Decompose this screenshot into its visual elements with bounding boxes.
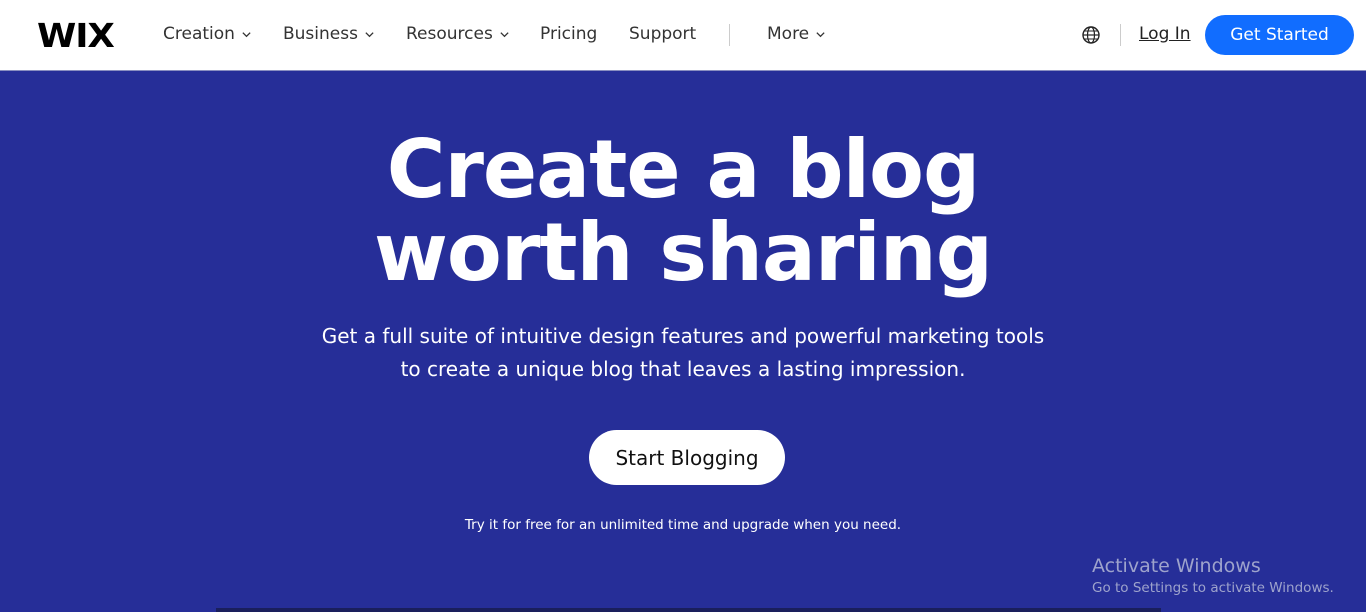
nav-item-more[interactable]: More [767,24,826,44]
chevron-down-icon [242,31,251,37]
nav-item-label: Resources [406,24,493,44]
globe-icon[interactable] [1081,25,1101,45]
hero-title: Create a blog worth sharing [0,128,1366,294]
nav-item-label: Business [283,24,358,44]
nav-item-pricing[interactable]: Pricing [540,24,597,44]
nav-item-label: More [767,24,810,44]
free-trial-note: Try it for free for an unlimited time an… [464,517,902,533]
nav-item-business[interactable]: Business [283,24,375,44]
chevron-down-icon [500,31,509,37]
login-link[interactable]: Log In [1139,24,1191,44]
hero-title-line: worth sharing [373,206,993,299]
nav-item-label: Support [629,24,697,44]
start-blogging-button[interactable]: Start Blogging [589,430,785,485]
nav-item-label: Creation [163,24,235,44]
watermark-subtitle: Go to Settings to activate Windows. [1092,580,1334,596]
get-started-button[interactable]: Get Started [1205,15,1354,55]
chevron-down-icon [816,31,825,37]
wix-logo[interactable]: WIX [37,16,115,55]
nav-divider [729,24,730,46]
hero-title-line: Create a blog [386,123,981,216]
hero-subtitle: Get a full suite of intuitive design fea… [0,320,1366,386]
next-section-edge [216,608,1161,612]
nav-item-resources[interactable]: Resources [406,24,510,44]
nav-divider [1120,24,1121,46]
activate-windows-watermark: Activate Windows Go to Settings to activ… [1092,555,1334,598]
watermark-title: Activate Windows [1092,555,1261,577]
hero-subtitle-line: Get a full suite of intuitive design fea… [321,324,1045,348]
nav-item-support[interactable]: Support [629,24,696,44]
top-navigation: WIX Creation Business Resources Pricing … [0,0,1366,71]
hero-subtitle-line: to create a unique blog that leaves a la… [400,357,966,381]
nav-item-creation[interactable]: Creation [163,24,252,44]
nav-item-label: Pricing [540,24,598,44]
chevron-down-icon [365,31,374,37]
